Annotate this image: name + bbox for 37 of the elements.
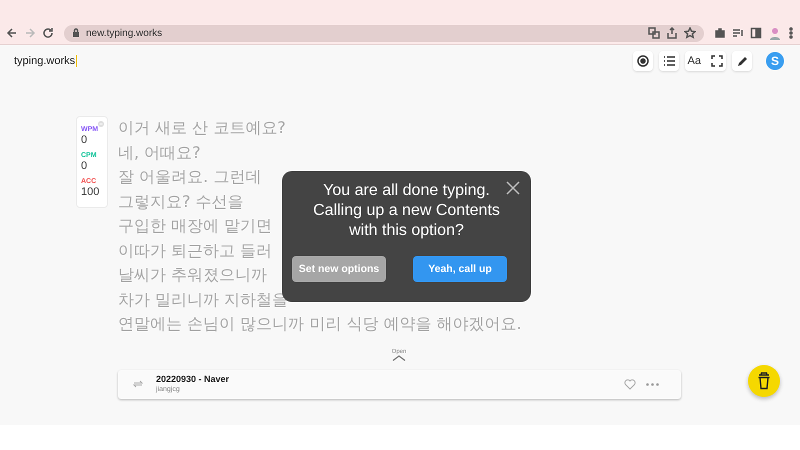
share-icon[interactable] — [666, 27, 678, 39]
chevron-up-icon[interactable] — [392, 354, 406, 360]
coffee-button[interactable] — [748, 365, 780, 397]
translate-icon[interactable] — [648, 27, 660, 39]
text-line: 연말에는 손님이 많으니까 미리 식당 예약을 해야겠어요. — [118, 313, 522, 335]
settings-button[interactable] — [632, 51, 653, 71]
text-line: 이따가 퇴근하고 들러 — [118, 240, 272, 262]
text-line: 그렇지요? 수선을 — [118, 190, 244, 212]
text-line: 이거 새로 산 코트예요? — [118, 117, 286, 139]
back-icon[interactable] — [6, 27, 18, 39]
stat-value: 100 — [81, 186, 100, 198]
text-line: 잘 어울려요. 그런데 — [118, 166, 262, 188]
sidebar-icon[interactable] — [750, 27, 762, 39]
text-line: 네, 어때요? — [118, 142, 201, 164]
list-button[interactable] — [658, 51, 679, 71]
site-logo[interactable]: typing.works — [14, 55, 78, 67]
list-icon — [662, 56, 675, 66]
font-size-button[interactable]: Aa — [688, 55, 701, 67]
kebab-menu-icon[interactable] — [788, 27, 794, 39]
stat-value: 0 — [81, 160, 88, 172]
lock-icon — [72, 28, 80, 38]
text-line: 구입한 매장에 맡기면 — [118, 215, 272, 237]
reload-icon[interactable] — [42, 27, 54, 39]
close-icon[interactable] — [506, 181, 520, 195]
more-icon[interactable] — [646, 382, 659, 386]
fullscreen-icon[interactable] — [711, 55, 723, 67]
edit-button[interactable] — [732, 51, 752, 71]
content-title[interactable]: 20220930 - Naver — [156, 374, 612, 385]
star-icon[interactable] — [684, 27, 696, 39]
pencil-icon — [736, 56, 748, 66]
settings-icon — [636, 55, 649, 67]
dialog-message: You are all done typing. Calling up a new Contents with this option? — [312, 181, 501, 241]
text-line: 날씨가 추워졌으니까 — [118, 264, 268, 286]
cup-icon — [757, 372, 771, 390]
text-line: 차가 밀리니까 지하철을 — [118, 288, 288, 310]
stat-value: 0 — [81, 134, 88, 146]
playlist-icon[interactable] — [732, 27, 744, 39]
